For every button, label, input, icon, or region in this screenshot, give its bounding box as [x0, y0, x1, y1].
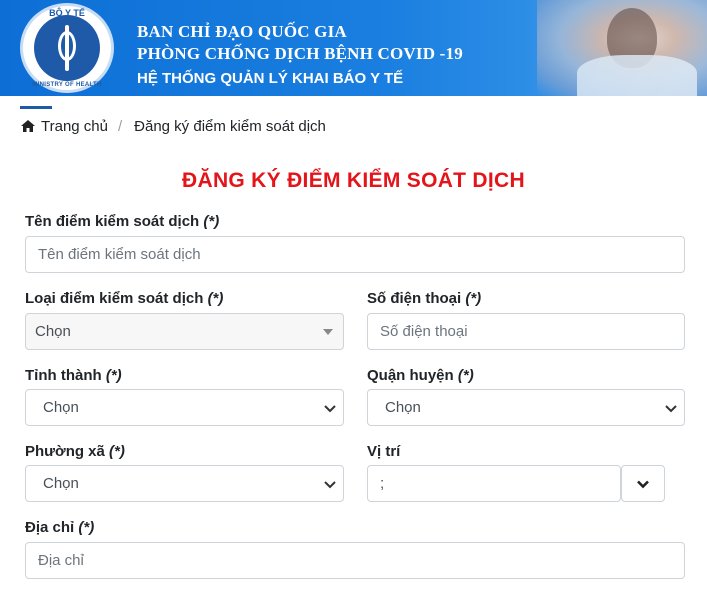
address-label: Địa chỉ (*) — [25, 519, 95, 536]
address-input[interactable] — [25, 542, 685, 579]
ministry-logo: BỘ Y TẾ ★ MINISTRY OF HEALTH — [20, 3, 114, 93]
location-toggle-button[interactable] — [621, 465, 665, 502]
caret-down-icon — [323, 329, 333, 335]
breadcrumb-separator: / — [117, 117, 123, 135]
header-banner: BỘ Y TẾ ★ MINISTRY OF HEALTH BAN CHỈ ĐẠO… — [0, 0, 707, 96]
chevron-down-icon — [637, 480, 649, 488]
phone-input[interactable] — [367, 313, 685, 350]
district-label: Quận huyện (*) — [367, 367, 474, 384]
header-line3: HỆ THỐNG QUẢN LÝ KHAI BÁO Y TẾ — [137, 70, 404, 87]
header-line2: PHÒNG CHỐNG DỊCH BỆNH COVID -19 — [137, 44, 463, 63]
breadcrumb-home-link[interactable]: Trang chủ — [41, 118, 108, 135]
location-input[interactable] — [367, 465, 621, 502]
page-title: ĐĂNG KÝ ĐIỂM KIỂM SOÁT DỊCH — [182, 169, 525, 192]
breadcrumb-accent — [20, 106, 52, 109]
logo-bottom-text: MINISTRY OF HEALTH — [32, 82, 102, 88]
type-select[interactable]: Chọn — [25, 313, 344, 350]
province-select-value: Chọn — [43, 399, 79, 416]
chevron-down-icon — [665, 405, 677, 413]
banner-photo — [537, 0, 707, 96]
chevron-down-icon — [324, 405, 336, 413]
ward-select[interactable]: Chọn — [25, 465, 344, 502]
location-label: Vị trí — [367, 443, 401, 460]
breadcrumb-current: Đăng ký điểm kiểm soát dịch — [134, 117, 326, 135]
chevron-down-icon — [324, 481, 336, 489]
name-input[interactable] — [25, 236, 685, 273]
district-select[interactable]: Chọn — [367, 389, 685, 426]
home-icon — [21, 120, 35, 132]
header-line1: BAN CHỈ ĐẠO QUỐC GIA — [137, 22, 347, 41]
breadcrumb: Trang chủ / Đăng ký điểm kiểm soát dịch — [20, 116, 326, 136]
type-label: Loại điểm kiểm soát dịch (*) — [25, 290, 224, 307]
ward-select-value: Chọn — [43, 475, 79, 492]
ward-label: Phường xã (*) — [25, 443, 125, 460]
name-label: Tên điểm kiểm soát dịch (*) — [25, 213, 220, 230]
district-select-value: Chọn — [385, 399, 421, 416]
province-label: Tỉnh thành (*) — [25, 367, 122, 384]
caduceus-icon: ★ — [34, 15, 100, 81]
province-select[interactable]: Chọn — [25, 389, 344, 426]
phone-label: Số điện thoại (*) — [367, 290, 482, 307]
type-select-value: Chọn — [35, 323, 71, 340]
